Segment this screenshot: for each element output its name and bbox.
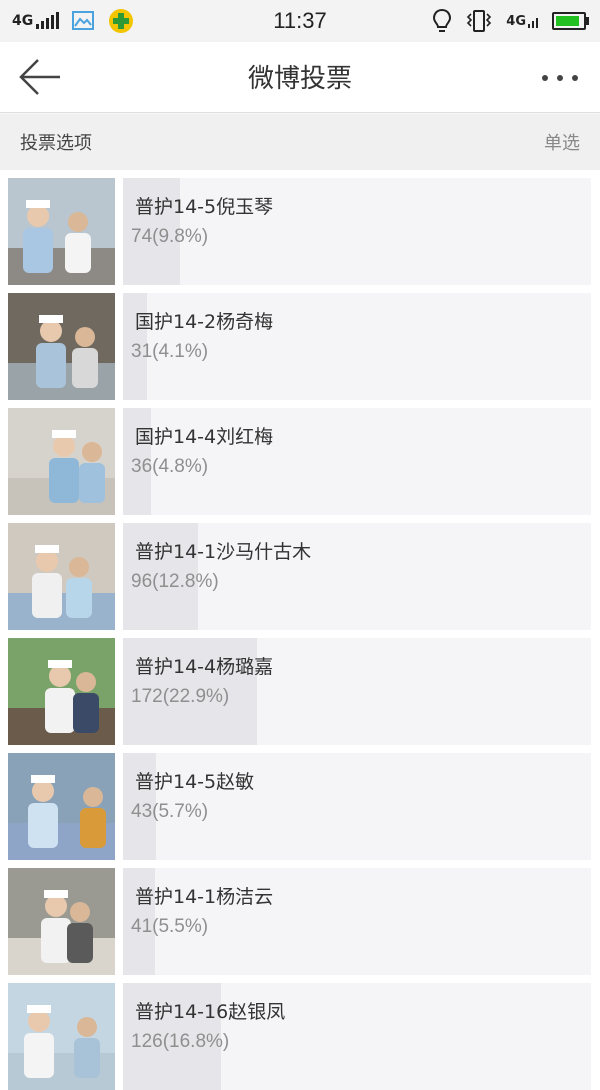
bulb-icon (433, 8, 452, 32)
option-photo[interactable] (8, 293, 115, 400)
option-photo[interactable] (8, 408, 115, 515)
option-bar[interactable]: 国护14-2杨奇梅 31(4.1%) (123, 293, 591, 400)
nav-bar: 微博投票 (0, 42, 600, 113)
more-button[interactable] (542, 68, 578, 88)
more-dots-icon (542, 75, 578, 81)
option-count: 43(5.7%) (131, 801, 209, 822)
option-bar[interactable]: 普护14-5赵敏 43(5.7%) (123, 753, 591, 860)
option-count: 74(9.8%) (131, 226, 209, 247)
option-bar[interactable]: 普护14-16赵银凤 126(16.8%) (123, 983, 591, 1090)
option-count: 36(4.8%) (131, 456, 209, 477)
vote-type-label: 单选 (544, 133, 580, 154)
option-photo[interactable] (8, 178, 115, 285)
vote-options-header: 投票选项 单选 (0, 114, 600, 170)
vote-option[interactable]: 普护14-16赵银凤 126(16.8%) (0, 975, 600, 1090)
vote-option[interactable]: 国护14-2杨奇梅 31(4.1%) (0, 285, 600, 400)
signal-4g-icon: 4G (506, 15, 538, 28)
option-bar[interactable]: 普护14-5倪玉琴 74(9.8%) (123, 178, 591, 285)
battery-level (556, 16, 579, 26)
option-count: 172(22.9%) (131, 686, 230, 707)
option-photo[interactable] (8, 753, 115, 860)
vote-option[interactable]: 普护14-4杨璐嘉 172(22.9%) (0, 630, 600, 745)
option-label: 国护14-4刘红梅 (135, 426, 274, 448)
option-bar[interactable]: 普护14-1杨洁云 41(5.5%) (123, 868, 591, 975)
section-title: 投票选项 (20, 133, 92, 154)
vote-option[interactable]: 国护14-4刘红梅 36(4.8%) (0, 400, 600, 515)
option-label: 普护14-5赵敏 (135, 771, 255, 793)
vibrate-icon (467, 10, 492, 32)
option-count: 126(16.8%) (131, 1031, 230, 1052)
network-type-right: 4G (506, 13, 526, 29)
option-photo[interactable] (8, 523, 115, 630)
option-count: 41(5.5%) (131, 916, 209, 937)
page-title: 微博投票 (247, 64, 352, 94)
vote-option[interactable]: 普护14-5赵敏 43(5.7%) (0, 745, 600, 860)
vote-option[interactable]: 普护14-1沙马什古木 96(12.8%) (0, 515, 600, 630)
option-label: 普护14-4杨璐嘉 (135, 656, 274, 678)
status-right: 4G (432, 0, 589, 42)
option-label: 普护14-1沙马什古木 (135, 541, 312, 563)
option-bar[interactable]: 普护14-4杨璐嘉 172(22.9%) (123, 638, 591, 745)
option-bar[interactable]: 国护14-4刘红梅 36(4.8%) (123, 408, 591, 515)
option-bar[interactable]: 普护14-1沙马什古木 96(12.8%) (123, 523, 591, 630)
status-bar: 4G 11:37 4G (0, 0, 600, 42)
option-label: 普护14-5倪玉琴 (135, 196, 274, 218)
option-photo[interactable] (8, 868, 115, 975)
option-count: 31(4.1%) (131, 341, 209, 362)
option-label: 普护14-16赵银凤 (135, 1001, 286, 1023)
option-photo[interactable] (8, 638, 115, 745)
vote-option[interactable]: 普护14-1杨洁云 41(5.5%) (0, 860, 600, 975)
option-photo[interactable] (8, 983, 115, 1090)
option-count: 96(12.8%) (131, 571, 219, 592)
option-label: 国护14-2杨奇梅 (135, 311, 274, 333)
battery-icon (552, 12, 589, 30)
option-label: 普护14-1杨洁云 (135, 886, 274, 908)
vote-option[interactable]: 普护14-5倪玉琴 74(9.8%) (0, 170, 600, 285)
